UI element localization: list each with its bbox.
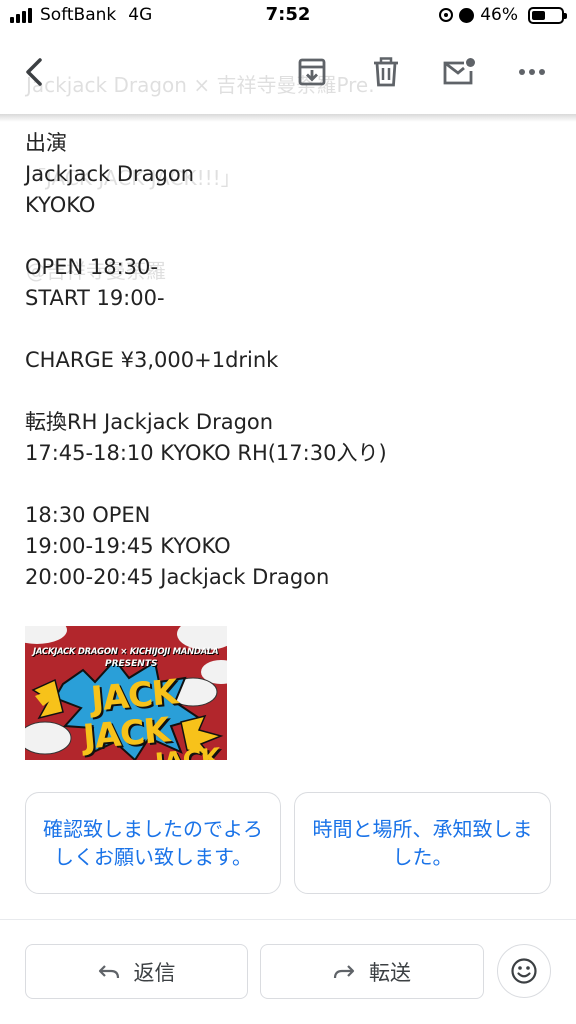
- status-right: 46%: [439, 5, 567, 25]
- mark-unread-button[interactable]: [437, 50, 481, 94]
- body-line: [25, 221, 545, 252]
- archive-button[interactable]: [290, 50, 334, 94]
- event-poster-image[interactable]: JACKJACK DRAGON × KICHIJOJI MANDALA PRES…: [25, 626, 227, 760]
- divider: [0, 919, 576, 920]
- body-line: KYOKO: [25, 193, 96, 217]
- body-line: 20:00-20:45 Jackjack Dragon: [25, 565, 330, 589]
- body-line: 18:30 OPEN: [25, 503, 151, 527]
- reply-button[interactable]: 返信: [25, 944, 248, 999]
- forward-button[interactable]: 転送: [260, 944, 484, 999]
- reply-icon: [98, 964, 119, 978]
- body-line: [25, 314, 545, 345]
- toolbar-shadow: [0, 114, 576, 122]
- body-line: Jackjack Dragon: [25, 162, 195, 186]
- message-body: 出演 Jackjack Dragon KYOKO OPEN 18:30- STA…: [25, 128, 545, 593]
- body-line: 17:45-18:10 KYOKO RH(17:30入り): [25, 441, 387, 465]
- body-line: 転換RH Jackjack Dragon: [25, 410, 274, 434]
- body-line: [25, 469, 545, 500]
- reply-label: 返信: [133, 960, 176, 985]
- emoji-reaction-button[interactable]: [497, 944, 551, 998]
- orientation-lock-icon: [439, 8, 454, 22]
- smart-reply-1[interactable]: 確認致しましたのでよろしくお願い致します。: [25, 792, 281, 894]
- smart-reply-text: 確認致しましたのでよろしくお願い致します。: [43, 817, 263, 869]
- alarm-icon: [459, 7, 475, 23]
- message-toolbar: [0, 32, 576, 116]
- poster-header: JACKJACK DRAGON × KICHIJOJI MANDALA: [33, 647, 219, 657]
- more-icon: [519, 69, 545, 75]
- archive-icon: [298, 58, 326, 86]
- delete-button[interactable]: [364, 50, 408, 94]
- smiley-icon: [511, 958, 537, 984]
- body-line: 出演: [25, 131, 67, 155]
- more-options-button[interactable]: [510, 50, 554, 94]
- body-line: 19:00-19:45 KYOKO: [25, 534, 231, 558]
- battery-icon: [528, 6, 567, 24]
- battery-percent: 46%: [480, 5, 518, 25]
- trash-icon: [374, 57, 398, 87]
- body-line: CHARGE ¥3,000+1drink: [25, 348, 279, 372]
- body-line: OPEN 18:30-: [25, 255, 158, 279]
- forward-icon: [333, 964, 355, 978]
- smart-reply-2[interactable]: 時間と場所、承知致しました。: [294, 792, 551, 894]
- back-icon: [26, 58, 42, 86]
- smart-reply-text: 時間と場所、承知致しました。: [312, 817, 533, 869]
- back-button[interactable]: [12, 50, 56, 94]
- poster-presents: PRESENTS: [105, 659, 158, 669]
- body-line: START 19:00-: [25, 286, 165, 310]
- body-line: [25, 376, 545, 407]
- forward-label: 転送: [369, 960, 411, 985]
- mark-unread-icon: [443, 58, 475, 85]
